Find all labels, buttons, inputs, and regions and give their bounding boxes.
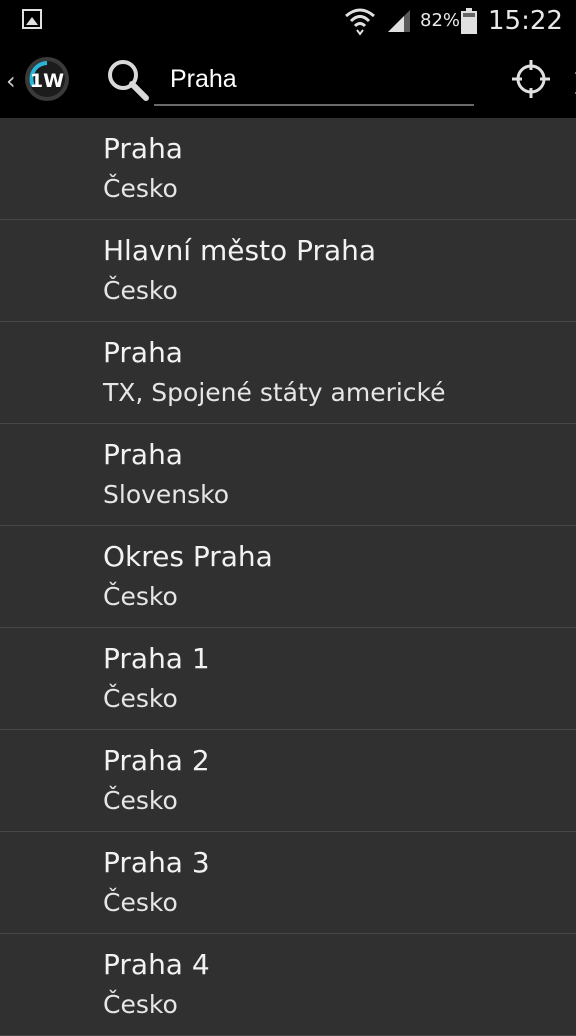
signal-icon <box>388 10 410 32</box>
result-country: Česko <box>103 990 178 1019</box>
battery-icon <box>461 8 477 34</box>
clock: 15:22 <box>488 6 563 36</box>
list-item[interactable]: Okres Praha Česko <box>0 526 576 628</box>
result-name: Praha 3 <box>103 846 210 879</box>
app-logo-text: 1W <box>30 70 64 92</box>
back-chevron-icon[interactable]: ‹ <box>6 66 16 96</box>
result-country: Česko <box>103 888 178 917</box>
app-logo[interactable]: 1W <box>24 56 70 102</box>
search-input[interactable]: Praha <box>154 52 576 106</box>
list-item[interactable]: Praha TX, Spojené státy americké <box>0 322 576 424</box>
result-country: Česko <box>103 174 178 203</box>
result-country: TX, Spojené státy americké <box>103 378 446 407</box>
result-country: Česko <box>103 582 178 611</box>
search-toolbar: ‹ 1W Praha <box>0 44 576 118</box>
list-item[interactable]: Praha 1 Česko <box>0 628 576 730</box>
locate-icon[interactable] <box>510 58 552 100</box>
search-icon[interactable] <box>104 56 150 102</box>
result-name: Praha 4 <box>103 948 210 981</box>
status-bar: 82% 15:22 <box>0 0 576 44</box>
list-item[interactable]: Hlavní město Praha Česko <box>0 220 576 322</box>
result-name: Praha 1 <box>103 642 210 675</box>
search-input-value: Praha <box>170 65 237 93</box>
result-country: Česko <box>103 276 178 305</box>
result-name: Okres Praha <box>103 540 273 573</box>
result-name: Praha <box>103 438 183 471</box>
result-country: Slovensko <box>103 480 230 509</box>
result-name: Hlavní město Praha <box>103 234 377 267</box>
result-name: Praha <box>103 132 183 165</box>
battery-percent: 82% <box>420 10 461 31</box>
list-item[interactable]: Praha 2 Česko <box>0 730 576 832</box>
result-country: Česko <box>103 786 178 815</box>
clear-icon[interactable] <box>572 68 576 98</box>
result-country: Česko <box>103 684 178 713</box>
list-item[interactable]: Praha 3 Česko <box>0 832 576 934</box>
wifi-icon <box>345 8 375 36</box>
list-item[interactable]: Praha Česko <box>0 118 576 220</box>
list-item[interactable]: Praha 4 Česko <box>0 934 576 1036</box>
result-name: Praha <box>103 336 183 369</box>
result-name: Praha 2 <box>103 744 210 777</box>
gallery-icon <box>22 9 42 29</box>
results-list: Praha Česko Hlavní město Praha Česko Pra… <box>0 118 576 1036</box>
list-item[interactable]: Praha Slovensko <box>0 424 576 526</box>
